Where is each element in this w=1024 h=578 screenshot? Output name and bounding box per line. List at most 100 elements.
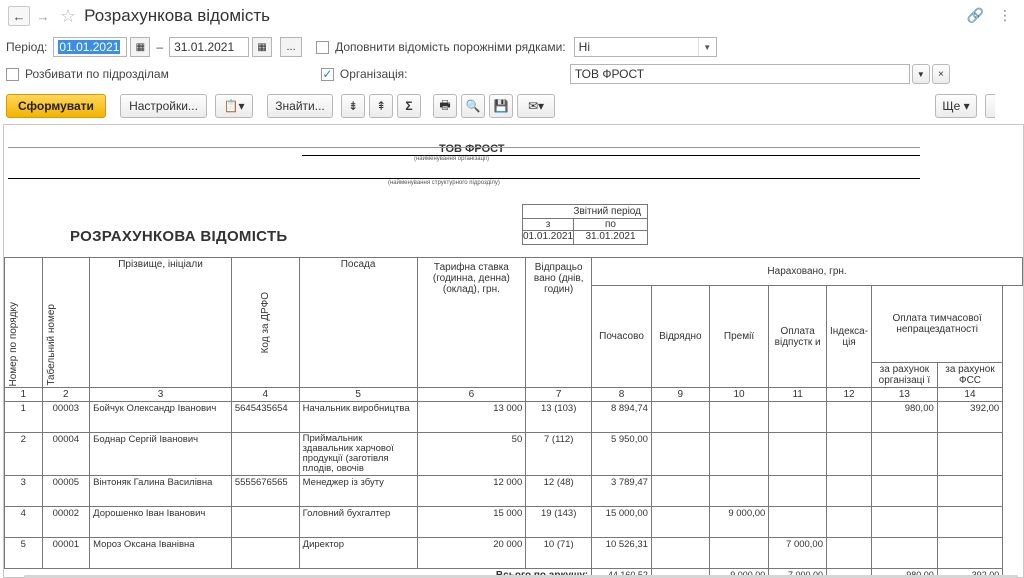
cell-position[interactable]: Приймальник здавальник харчової продукці…	[298, 432, 418, 476]
organization-select[interactable]: ТОВ ФРОСТ	[569, 64, 910, 84]
forward-arrow-icon[interactable]: →	[32, 6, 54, 26]
cell-worked[interactable]: 12 (48)	[525, 475, 593, 507]
date-to-input[interactable]: 31.01.2021	[169, 37, 250, 57]
calendar-icon[interactable]: ▦	[252, 37, 273, 57]
cell-sick-org[interactable]	[871, 475, 938, 507]
cell-n[interactable]: 4	[4, 506, 43, 538]
cell-bonus[interactable]	[708, 432, 770, 476]
cell-position[interactable]: Головний бухгалтер	[298, 506, 418, 538]
cell-hourly[interactable]: 3 789,47	[591, 475, 652, 507]
cell-worked[interactable]: 10 (71)	[525, 537, 593, 569]
back-arrow-icon[interactable]: ←	[8, 6, 30, 26]
chevron-down-icon[interactable]: ▼	[697, 38, 716, 56]
cell-piece[interactable]	[650, 506, 710, 538]
cell-worked[interactable]: 13 (103)	[525, 401, 593, 433]
cell-index[interactable]	[825, 506, 873, 538]
cell-hourly[interactable]: 15 000,00	[591, 506, 652, 538]
cell-index[interactable]	[825, 537, 873, 569]
print-icon[interactable]: 🖶	[433, 94, 457, 118]
fill-empty-select[interactable]: Ні ▼	[573, 37, 717, 57]
cell-worked[interactable]: 19 (143)	[525, 506, 593, 538]
table-row[interactable]: 2 00004 Боднар Сергій Іванович Приймальник …	[4, 432, 1023, 476]
cell-n[interactable]: 2	[4, 432, 43, 476]
cell-sick-fss[interactable]	[936, 475, 1004, 507]
cell-bonus[interactable]: 9 000,00	[708, 506, 770, 538]
save-icon[interactable]: 💾	[489, 94, 513, 118]
cell-n[interactable]: 3	[4, 475, 43, 507]
expand-groups-icon[interactable]: ⇞	[369, 94, 393, 118]
cell-tab[interactable]: 00001	[41, 537, 91, 569]
cell-sick-fss[interactable]: 392,00	[936, 401, 1004, 433]
cell-sick-fss[interactable]	[936, 537, 1004, 569]
cell-tab[interactable]: 00004	[41, 432, 91, 476]
table-row[interactable]: 4 00002 Дорошенко Іван Іванович Головний бу…	[4, 506, 1023, 538]
cell-piece[interactable]	[650, 537, 710, 569]
sum-icon[interactable]: Σ	[397, 94, 421, 118]
cell-vacation[interactable]	[768, 506, 827, 538]
cell-name[interactable]: Дорошенко Іван Іванович	[89, 506, 232, 538]
cell-piece[interactable]	[650, 432, 710, 476]
cell-vacation[interactable]: 7 000,00	[768, 537, 827, 569]
cell-vacation[interactable]	[768, 432, 827, 476]
cell-name[interactable]: Бойчук Олександр Іванович	[89, 401, 232, 433]
cell-tab[interactable]: 00005	[41, 475, 91, 507]
cell-position[interactable]: Начальник виробництва	[298, 401, 418, 433]
cell-name[interactable]: Боднар Сергій Іванович	[89, 432, 232, 476]
email-icon[interactable]: ✉▾	[517, 94, 555, 118]
cell-bonus[interactable]	[708, 537, 770, 569]
cell-name[interactable]: Вінтоняк Галина Василівна	[89, 475, 232, 507]
cell-worked[interactable]: 7 (112)	[525, 432, 593, 476]
cell-rate[interactable]: 12 000	[416, 475, 527, 507]
link-icon[interactable]: 🔗	[967, 7, 984, 24]
cell-index[interactable]	[825, 401, 873, 433]
calendar-icon[interactable]: ▦	[130, 37, 151, 57]
find-button[interactable]: Знайти...	[267, 94, 333, 118]
cell-piece[interactable]	[650, 475, 710, 507]
cell-index[interactable]	[825, 432, 873, 476]
more-button[interactable]: Ще ▾	[935, 94, 977, 118]
chevron-down-icon[interactable]: ▼	[911, 64, 930, 84]
cell-sick-fss[interactable]	[936, 506, 1004, 538]
preview-icon[interactable]: 🔍	[461, 94, 485, 118]
organization-checkbox[interactable]: ✓	[320, 67, 334, 81]
cell-name[interactable]: Мороз Оксана Іванівна	[89, 537, 232, 569]
cell-piece[interactable]	[650, 401, 710, 433]
cell-drfo[interactable]	[230, 432, 300, 476]
split-by-dept-checkbox[interactable]	[6, 67, 19, 81]
cell-index[interactable]	[825, 475, 873, 507]
clear-icon[interactable]: ×	[931, 64, 950, 84]
cell-hourly[interactable]: 5 950,00	[591, 432, 652, 476]
cell-n[interactable]: 5	[4, 537, 43, 569]
generate-button[interactable]: Сформувати	[6, 94, 106, 118]
cell-rate[interactable]: 13 000	[416, 401, 527, 433]
table-row[interactable]: 3 00005 Вінтоняк Галина Василівна 555567656…	[4, 475, 1023, 507]
collapse-groups-icon[interactable]: ⇟	[341, 94, 365, 118]
fill-empty-checkbox[interactable]	[316, 40, 330, 54]
cell-drfo[interactable]	[230, 506, 300, 538]
cell-n[interactable]: 1	[4, 401, 43, 433]
cell-rate[interactable]: 15 000	[416, 506, 527, 538]
cell-sick-org[interactable]: 980,00	[871, 401, 938, 433]
cell-sick-org[interactable]	[871, 537, 938, 569]
cell-vacation[interactable]	[768, 475, 827, 507]
cell-rate[interactable]: 20 000	[416, 537, 527, 569]
cell-sick-org[interactable]	[871, 432, 938, 476]
table-row[interactable]: 1 00003 Бойчук Олександр Іванович 564543565…	[4, 401, 1023, 433]
period-select-button[interactable]: ...	[280, 37, 303, 57]
cell-drfo[interactable]: 5645435654	[230, 401, 300, 433]
cell-position[interactable]: Директор	[298, 537, 418, 569]
cell-rate[interactable]: 50	[416, 432, 527, 476]
cell-sick-org[interactable]	[871, 506, 938, 538]
cell-drfo[interactable]: 5555676565	[230, 475, 300, 507]
cell-bonus[interactable]	[708, 475, 770, 507]
cell-hourly[interactable]: 8 894,74	[591, 401, 652, 433]
cell-drfo[interactable]	[230, 537, 300, 569]
cell-tab[interactable]: 00003	[41, 401, 91, 433]
date-from-input[interactable]: 01.01.2021	[53, 37, 128, 57]
help-icon[interactable]	[985, 94, 995, 118]
settings-button[interactable]: Настройки...	[120, 94, 207, 118]
cell-position[interactable]: Менеджер із збуту	[298, 475, 418, 507]
cell-sick-fss[interactable]	[936, 432, 1004, 476]
cell-bonus[interactable]	[708, 401, 770, 433]
cell-hourly[interactable]: 10 526,31	[591, 537, 652, 569]
